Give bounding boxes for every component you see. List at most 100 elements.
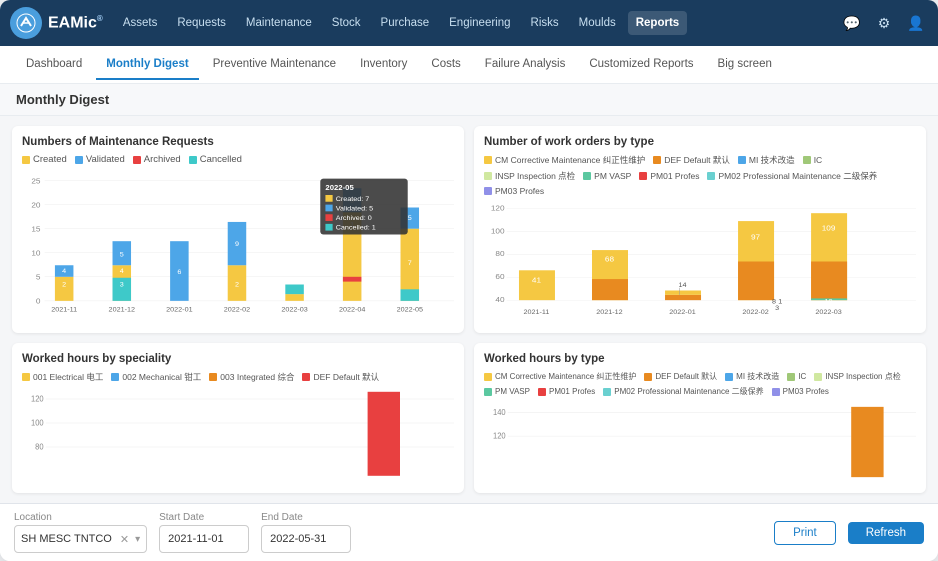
- svg-text:4: 4: [62, 268, 66, 275]
- legend-validated: Validated: [75, 154, 125, 165]
- nav-moulds[interactable]: Moulds: [571, 11, 624, 35]
- chart1-legend: Created Validated Archived Cancelled: [22, 154, 454, 165]
- sub-nav-dashboard[interactable]: Dashboard: [16, 50, 92, 80]
- svg-text:2022-05: 2022-05: [397, 307, 424, 314]
- svg-text:Created: 7: Created: 7: [336, 196, 370, 203]
- logo-icon: [10, 7, 42, 39]
- chart3-legend: 001 Electrical 电工 002 Mechanical 钳工 003 …: [22, 371, 454, 383]
- nav-stock[interactable]: Stock: [324, 11, 369, 35]
- svg-text:2: 2: [62, 282, 66, 289]
- page-title: Monthly Digest: [16, 92, 922, 107]
- svg-text:20: 20: [31, 201, 41, 210]
- chart2-legend: CM Corrective Maintenance 纠正性维护 DEF Defa…: [484, 154, 916, 196]
- svg-text:14: 14: [679, 282, 687, 288]
- svg-text:2022-05: 2022-05: [325, 183, 353, 192]
- sub-nav-monthly-digest[interactable]: Monthly Digest: [96, 50, 198, 80]
- svg-text:9: 9: [235, 241, 239, 248]
- svg-text:68: 68: [605, 255, 614, 263]
- svg-text:2021-12: 2021-12: [596, 310, 623, 316]
- end-date-field: End Date 2022-05-31: [261, 512, 351, 553]
- chart4-area: 140 120: [484, 401, 916, 483]
- svg-text:100: 100: [491, 227, 505, 235]
- svg-text:5: 5: [36, 273, 41, 282]
- svg-text:2022-01: 2022-01: [669, 310, 696, 316]
- start-date-label: Start Date: [159, 512, 249, 523]
- svg-text:Archived: 0: Archived: 0: [336, 215, 372, 222]
- start-date-field: Start Date 2021-11-01: [159, 512, 249, 553]
- sub-nav-bigscreen[interactable]: Big screen: [708, 50, 782, 80]
- svg-text:3: 3: [120, 282, 124, 289]
- location-clear-icon[interactable]: ✕: [120, 533, 129, 546]
- svg-text:2022-03: 2022-03: [815, 310, 842, 316]
- chart2-area: 120 100 80 60 40 41 2021-11: [484, 200, 916, 323]
- svg-text:2022-03: 2022-03: [281, 307, 308, 314]
- print-button[interactable]: Print: [774, 521, 836, 545]
- chart-worked-hours-type: Worked hours by type CM Corrective Maint…: [474, 343, 926, 493]
- nav-risks[interactable]: Risks: [523, 11, 567, 35]
- sub-nav-inventory[interactable]: Inventory: [350, 50, 417, 80]
- svg-text:140: 140: [493, 408, 506, 417]
- sub-nav-failure[interactable]: Failure Analysis: [475, 50, 576, 80]
- location-label: Location: [14, 512, 147, 523]
- footer-bar: Location SH MESC TNTCO ✕ ▾ Start Date 20…: [0, 503, 938, 561]
- svg-text:60: 60: [495, 273, 504, 281]
- svg-text:6: 6: [177, 269, 181, 276]
- location-dropdown-icon[interactable]: ▾: [135, 534, 140, 545]
- chart3-title: Worked hours by speciality: [22, 353, 454, 365]
- svg-text:3: 3: [775, 305, 779, 311]
- chart-worked-hours-speciality: Worked hours by speciality 001 Electrica…: [12, 343, 464, 493]
- svg-text:120: 120: [493, 431, 506, 440]
- chat-icon[interactable]: 💬: [840, 11, 864, 35]
- user-icon[interactable]: 👤: [904, 11, 928, 35]
- svg-text:4: 4: [120, 268, 124, 275]
- legend-archived: Archived: [133, 154, 181, 165]
- nav-maintenance[interactable]: Maintenance: [238, 11, 320, 35]
- logo-text: EAMic®: [48, 14, 103, 32]
- nav-reports[interactable]: Reports: [628, 11, 687, 35]
- main-content: Numbers of Maintenance Requests Created …: [0, 116, 938, 503]
- svg-text:0: 0: [36, 297, 41, 306]
- svg-text:2: 2: [235, 282, 239, 289]
- logo: EAMic®: [10, 7, 103, 39]
- svg-text:5: 5: [408, 215, 412, 222]
- location-input[interactable]: SH MESC TNTCO ✕ ▾: [14, 525, 147, 553]
- nav-requests[interactable]: Requests: [169, 11, 234, 35]
- sub-nav-preventive[interactable]: Preventive Maintenance: [203, 50, 346, 80]
- sub-nav-customized[interactable]: Customized Reports: [579, 50, 703, 80]
- svg-text:25: 25: [31, 177, 41, 186]
- svg-text:2022-02: 2022-02: [742, 310, 769, 316]
- start-date-input[interactable]: 2021-11-01: [159, 525, 249, 553]
- svg-text:109: 109: [822, 224, 836, 232]
- settings-icon[interactable]: ⚙: [872, 11, 896, 35]
- end-date-input[interactable]: 2022-05-31: [261, 525, 351, 553]
- nav-purchase[interactable]: Purchase: [373, 11, 438, 35]
- svg-text:120: 120: [491, 204, 505, 212]
- sub-nav: Dashboard Monthly Digest Preventive Main…: [0, 46, 938, 84]
- svg-text:2021-12: 2021-12: [109, 307, 136, 314]
- chart1-title: Numbers of Maintenance Requests: [22, 136, 454, 148]
- legend-cancelled: Cancelled: [189, 154, 242, 165]
- svg-text:2022-04: 2022-04: [339, 307, 366, 314]
- chart4-legend: CM Corrective Maintenance 纠正性维护 DEF Defa…: [484, 371, 916, 397]
- legend-created: Created: [22, 154, 67, 165]
- svg-text:2021-11: 2021-11: [524, 310, 550, 316]
- svg-text:41: 41: [532, 276, 541, 284]
- chart3-area: 120 100 80: [22, 387, 454, 483]
- svg-text:1: 1: [778, 299, 782, 305]
- svg-text:120: 120: [31, 394, 44, 403]
- nav-engineering[interactable]: Engineering: [441, 11, 518, 35]
- svg-text:97: 97: [751, 233, 760, 241]
- refresh-button[interactable]: Refresh: [848, 522, 924, 544]
- chart1-area: 25 20 15 10 5 0: [22, 169, 454, 323]
- page-title-bar: Monthly Digest: [0, 84, 938, 116]
- svg-text:7: 7: [408, 260, 412, 267]
- nav-assets[interactable]: Assets: [115, 11, 166, 35]
- chart2-title: Number of work orders by type: [484, 136, 916, 148]
- svg-text:40: 40: [495, 295, 504, 303]
- svg-text:15: 15: [31, 225, 41, 234]
- svg-text:2022-01: 2022-01: [166, 307, 193, 314]
- svg-text:10: 10: [825, 299, 833, 305]
- chart4-title: Worked hours by type: [484, 353, 916, 365]
- sub-nav-costs[interactable]: Costs: [421, 50, 470, 80]
- charts-bottom-row: Worked hours by speciality 001 Electrica…: [12, 343, 926, 493]
